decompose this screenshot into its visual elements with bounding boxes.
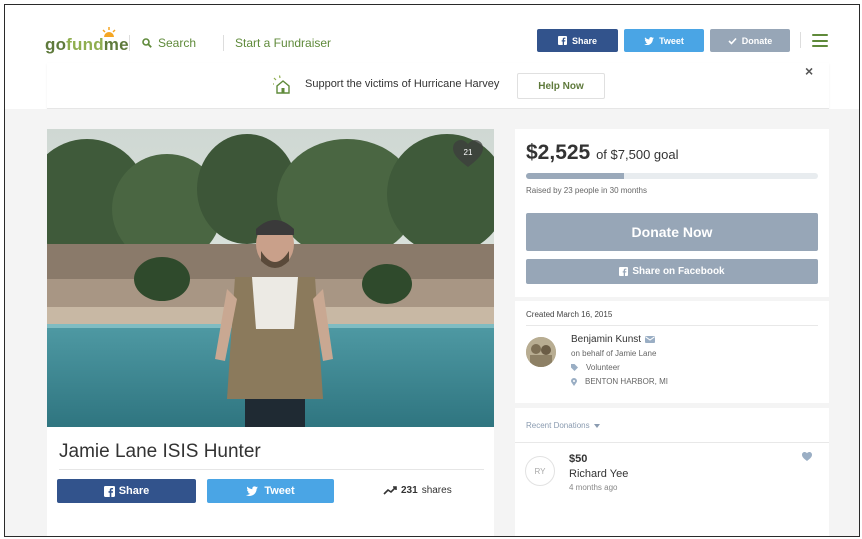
organizer-category: Volunteer [571,363,620,372]
shares-number: 231 [401,485,418,496]
header-donate-button[interactable]: Donate [710,29,790,52]
header-divider [129,35,130,51]
raised-by-text: Raised by 23 people in 30 months [526,186,647,195]
tweet-label: Tweet [264,485,295,497]
organizer-name-text: Benjamin Kunst [571,334,642,345]
amount-raised: $2,525 of $7,500 goal [526,141,678,165]
checkmark-icon [728,37,737,45]
recent-donations-label: Recent Donations [526,421,590,430]
top-header: gofundme Search Start a Fundraiser Share [5,5,859,63]
header-divider [223,35,224,51]
shares-count: 231 shares [383,485,452,496]
header-tweet-button[interactable]: Tweet [624,29,704,52]
recent-donations-card: Recent Donations RY $50 Richard Yee 4 mo… [515,408,829,536]
share-on-facebook-button[interactable]: Share on Facebook [526,259,818,284]
created-date: Created March 16, 2015 [526,310,613,319]
header-tweet-label: Tweet [659,35,684,46]
facebook-icon [103,485,115,497]
help-now-button[interactable]: Help Now [517,73,605,99]
goal-card: $2,525 of $7,500 goal Raised by 23 peopl… [515,129,829,297]
location-text: BENTON HARBOR, MI [585,377,668,386]
share-facebook-button[interactable]: Share [57,479,196,503]
header-share-label: Share [571,35,597,46]
divider [515,442,829,443]
hurricane-banner: Support the victims of Hurricane Harvey … [47,63,829,109]
start-fundraiser-link[interactable]: Start a Fundraiser [235,36,331,50]
search-label: Search [158,36,197,50]
organizer-name[interactable]: Benjamin Kunst [571,334,656,345]
location-pin-icon [571,377,577,386]
heart-icon[interactable] [802,452,812,461]
donor-avatar: RY [525,456,555,486]
trending-up-icon [383,486,397,495]
organizer-location: BENTON HARBOR, MI [571,377,668,386]
gofundme-logo[interactable]: gofundme [45,35,129,55]
tweet-button[interactable]: Tweet [207,479,334,503]
organizer-card: Created March 16, 2015 Benjamin Kunst on… [515,301,829,403]
progress-bar [526,173,818,179]
campaign-title-card: Jamie Lane ISIS Hunter Share Tweet 231 s… [47,427,494,536]
divider [526,325,818,326]
share-on-facebook-label: Share on Facebook [632,266,725,277]
donation-time: 4 months ago [569,483,618,492]
header-share-button[interactable]: Share [537,29,618,52]
shares-label: shares [421,485,452,496]
envelope-icon[interactable] [645,336,656,343]
avatar-image [526,337,556,367]
heart-count: 21 [463,148,473,157]
chevron-down-icon [593,423,600,428]
campaign-title: Jamie Lane ISIS Hunter [59,441,261,462]
search-link[interactable]: Search [142,36,196,50]
donate-now-button[interactable]: Donate Now [526,213,818,251]
divider [59,469,484,470]
campaign-photo [47,129,494,427]
close-banner-icon[interactable]: × [805,63,813,79]
progress-fill [526,173,625,179]
facebook-icon [619,267,629,276]
photo-illustration [47,129,494,427]
twitter-icon [246,486,259,496]
recent-donations-dropdown[interactable]: Recent Donations [526,421,600,430]
share-label: Share [118,485,150,497]
header-divider [800,32,801,48]
goal-amount: of $7,500 goal [596,147,679,162]
donation-amount: $50 [569,453,588,465]
organizer-behalf: on behalf of Jamie Lane [571,349,657,358]
browser-frame: gofundme Search Start a Fundraiser Share [4,4,860,537]
category-text: Volunteer [586,363,620,372]
raised-amount: $2,525 [526,141,591,164]
twitter-icon [644,36,655,45]
search-icon [142,38,152,48]
organizer-avatar[interactable] [526,337,556,367]
facebook-icon [557,36,567,45]
hamburger-menu-icon[interactable] [812,34,828,47]
banner-message: Support the victims of Hurricane Harvey [305,78,500,90]
house-sun-icon [273,75,290,94]
sun-logo-icon [102,27,116,37]
donor-name: Richard Yee [569,468,629,480]
header-donate-label: Donate [741,35,773,46]
tag-icon [571,364,578,371]
